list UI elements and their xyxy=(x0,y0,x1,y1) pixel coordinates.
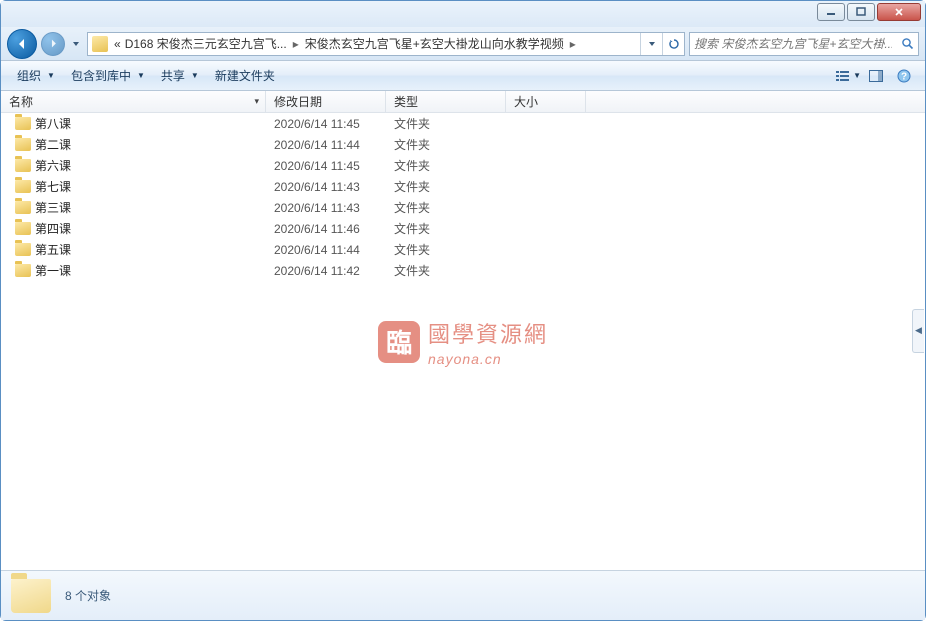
file-date-cell: 2020/6/14 11:43 xyxy=(266,201,386,215)
table-row[interactable]: 第一课2020/6/14 11:42文件夹 xyxy=(1,260,925,281)
minimize-button[interactable] xyxy=(817,3,845,21)
history-dropdown-icon[interactable] xyxy=(69,30,83,58)
file-date-cell: 2020/6/14 11:46 xyxy=(266,222,386,236)
file-name-cell: 第八课 xyxy=(1,115,266,132)
include-in-library-button[interactable]: 包含到库中▼ xyxy=(63,64,153,88)
watermark-sub: nayona.cn xyxy=(428,351,548,367)
column-date[interactable]: 修改日期 xyxy=(266,91,386,112)
folder-icon xyxy=(15,243,31,256)
search-icon[interactable] xyxy=(896,33,918,55)
table-row[interactable]: 第五课2020/6/14 11:44文件夹 xyxy=(1,239,925,260)
status-bar: 8 个对象 xyxy=(1,570,925,620)
svg-text:?: ? xyxy=(901,71,907,82)
breadcrumb-arrow-icon[interactable]: ▸ xyxy=(289,37,303,51)
command-bar: 组织▼ 包含到库中▼ 共享▼ 新建文件夹 ▼ ? xyxy=(1,61,925,91)
file-date-cell: 2020/6/14 11:45 xyxy=(266,117,386,131)
file-type-cell: 文件夹 xyxy=(386,115,506,132)
address-dropdown-icon[interactable] xyxy=(640,33,662,55)
title-bar xyxy=(1,1,925,27)
breadcrumb-seg-2[interactable]: 宋俊杰玄空九宫飞星+玄空大褂龙山向水教学视频 xyxy=(303,35,566,52)
watermark: 臨 國學資源網 nayona.cn xyxy=(378,317,548,367)
file-date-cell: 2020/6/14 11:42 xyxy=(266,264,386,278)
folder-icon xyxy=(92,36,108,52)
watermark-text: 國學資源網 xyxy=(428,317,548,349)
table-row[interactable]: 第七课2020/6/14 11:43文件夹 xyxy=(1,176,925,197)
forward-button[interactable] xyxy=(41,32,65,56)
folder-icon xyxy=(15,222,31,235)
file-type-cell: 文件夹 xyxy=(386,220,506,237)
file-date-cell: 2020/6/14 11:44 xyxy=(266,243,386,257)
breadcrumb-arrow-icon[interactable]: ▸ xyxy=(566,37,580,51)
watermark-logo: 臨 xyxy=(378,321,420,363)
address-bar[interactable]: « D168 宋俊杰三元玄空九宫飞... ▸ 宋俊杰玄空九宫飞星+玄空大褂龙山向… xyxy=(87,32,685,56)
file-type-cell: 文件夹 xyxy=(386,241,506,258)
file-type-cell: 文件夹 xyxy=(386,178,506,195)
file-date-cell: 2020/6/14 11:43 xyxy=(266,180,386,194)
file-name-cell: 第五课 xyxy=(1,241,266,258)
maximize-button[interactable] xyxy=(847,3,875,21)
file-name-cell: 第二课 xyxy=(1,136,266,153)
folder-large-icon xyxy=(11,579,51,613)
table-row[interactable]: 第八课2020/6/14 11:45文件夹 xyxy=(1,113,925,134)
breadcrumb-prefix[interactable]: « xyxy=(112,37,123,51)
back-button[interactable] xyxy=(7,29,37,59)
sort-indicator-icon: ▾ xyxy=(254,96,259,107)
file-type-cell: 文件夹 xyxy=(386,262,506,279)
preview-collapse-handle[interactable]: ◀ xyxy=(912,309,924,353)
preview-pane-button[interactable] xyxy=(863,65,889,87)
folder-icon xyxy=(15,201,31,214)
file-name-cell: 第六课 xyxy=(1,157,266,174)
folder-icon xyxy=(15,180,31,193)
table-row[interactable]: 第六课2020/6/14 11:45文件夹 xyxy=(1,155,925,176)
new-folder-button[interactable]: 新建文件夹 xyxy=(207,64,283,88)
table-row[interactable]: 第三课2020/6/14 11:43文件夹 xyxy=(1,197,925,218)
file-type-cell: 文件夹 xyxy=(386,157,506,174)
navigation-bar: « D168 宋俊杰三元玄空九宫飞... ▸ 宋俊杰玄空九宫飞星+玄空大褂龙山向… xyxy=(1,27,925,61)
file-name-cell: 第一课 xyxy=(1,262,266,279)
folder-icon xyxy=(15,138,31,151)
file-name-cell: 第七课 xyxy=(1,178,266,195)
file-date-cell: 2020/6/14 11:45 xyxy=(266,159,386,173)
file-name-cell: 第三课 xyxy=(1,199,266,216)
table-row[interactable]: 第二课2020/6/14 11:44文件夹 xyxy=(1,134,925,155)
file-list[interactable]: 臨 國學資源網 nayona.cn 第八课2020/6/14 11:45文件夹第… xyxy=(1,113,925,570)
column-type[interactable]: 类型 xyxy=(386,91,506,112)
folder-icon xyxy=(15,159,31,172)
file-type-cell: 文件夹 xyxy=(386,136,506,153)
column-size[interactable]: 大小 xyxy=(506,91,586,112)
column-headers: 名称▾ 修改日期 类型 大小 xyxy=(1,91,925,113)
folder-icon xyxy=(15,264,31,277)
table-row[interactable]: 第四课2020/6/14 11:46文件夹 xyxy=(1,218,925,239)
close-button[interactable] xyxy=(877,3,921,21)
column-name[interactable]: 名称▾ xyxy=(1,91,266,112)
help-button[interactable]: ? xyxy=(891,65,917,87)
view-options-button[interactable]: ▼ xyxy=(835,65,861,87)
search-input[interactable] xyxy=(690,37,896,51)
folder-icon xyxy=(15,117,31,130)
organize-button[interactable]: 组织▼ xyxy=(9,64,63,88)
refresh-button[interactable] xyxy=(662,33,684,55)
content-area: 名称▾ 修改日期 类型 大小 臨 國學資源網 nayona.cn 第八课2020… xyxy=(1,91,925,570)
file-name-cell: 第四课 xyxy=(1,220,266,237)
file-type-cell: 文件夹 xyxy=(386,199,506,216)
file-date-cell: 2020/6/14 11:44 xyxy=(266,138,386,152)
share-button[interactable]: 共享▼ xyxy=(153,64,207,88)
status-text: 8 个对象 xyxy=(65,587,111,604)
search-box[interactable] xyxy=(689,32,919,56)
breadcrumb-seg-1[interactable]: D168 宋俊杰三元玄空九宫飞... xyxy=(123,35,289,52)
